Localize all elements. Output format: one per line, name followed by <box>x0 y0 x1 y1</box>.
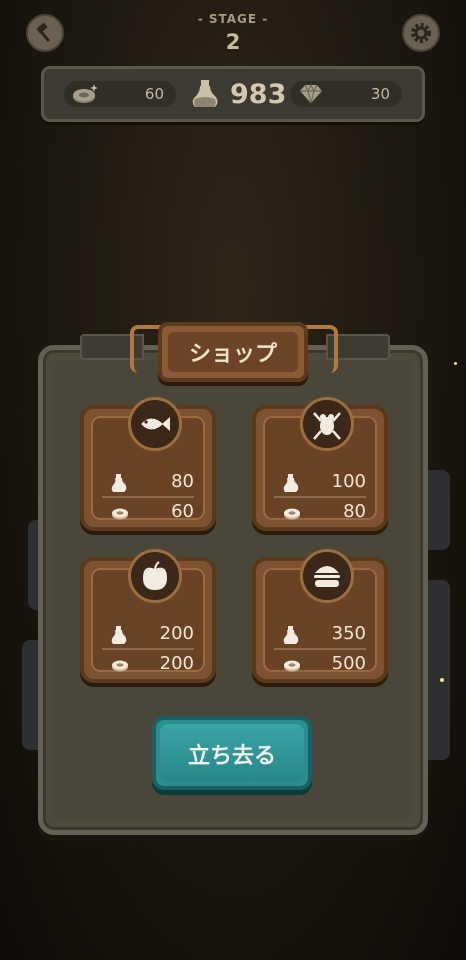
item-badge <box>128 549 182 603</box>
coin-price-row: 200 <box>110 653 194 675</box>
gem-counter: 30 <box>290 81 402 107</box>
coin-price-row: 500 <box>282 653 366 675</box>
coin-price-row: 80 <box>282 501 366 523</box>
leave-button-label: 立ち去る <box>187 744 276 769</box>
coin-price-row: 60 <box>110 501 194 523</box>
item-badge <box>128 397 182 451</box>
diamond-icon <box>300 83 322 104</box>
potion-price: 100 <box>331 471 366 492</box>
price-divider <box>102 648 194 650</box>
potion-counter: 983 <box>186 75 286 111</box>
gear-icon <box>411 23 431 43</box>
item-badge <box>300 549 354 603</box>
item-badge <box>300 397 354 451</box>
sparkle <box>440 678 444 682</box>
fish-icon <box>141 417 170 431</box>
potion-icon <box>111 474 127 492</box>
potion-price: 80 <box>171 471 194 492</box>
potion-price-row: 80 <box>110 471 194 493</box>
potion-price-row: 350 <box>282 623 366 645</box>
leave-button[interactable]: 立ち去る <box>152 716 312 790</box>
coin-price: 60 <box>171 501 194 522</box>
price-divider <box>102 496 194 498</box>
shop-title-banner: ショップ <box>158 322 308 382</box>
coin-count: 60 <box>144 85 164 103</box>
potion-price: 200 <box>159 623 194 644</box>
stage-number: 2 <box>225 30 241 54</box>
potion-count: 983 <box>230 79 287 110</box>
shop-item-apple[interactable]: 200 200 <box>80 549 216 683</box>
coin-price: 80 <box>343 501 366 522</box>
stage-label: - STAGE - <box>197 12 269 26</box>
coin-icon <box>284 508 300 520</box>
shop-item-fish[interactable]: 80 60 <box>80 397 216 531</box>
coin-price: 200 <box>159 653 194 674</box>
potion-icon <box>192 80 218 107</box>
apple-icon <box>143 561 167 590</box>
coin-icon <box>112 660 128 672</box>
sparkle <box>454 362 457 365</box>
burger-icon <box>314 566 340 587</box>
shop-item-burger[interactable]: 350 500 <box>252 549 388 683</box>
coin-icon <box>73 84 98 103</box>
coin-counter: 60 <box>64 81 176 107</box>
potion-price-row: 100 <box>282 471 366 493</box>
coin-price: 500 <box>331 653 366 674</box>
frog-icon <box>313 412 341 440</box>
shop-title: ショップ <box>188 342 277 367</box>
settings-button[interactable] <box>402 14 440 52</box>
price-divider <box>274 648 366 650</box>
coin-icon <box>284 660 300 672</box>
potion-icon <box>283 474 299 492</box>
potion-price: 350 <box>331 623 366 644</box>
gem-count: 30 <box>370 85 390 103</box>
coin-icon <box>112 508 128 520</box>
potion-price-row: 200 <box>110 623 194 645</box>
potion-icon <box>111 626 127 644</box>
price-divider <box>274 496 366 498</box>
shop-item-frog[interactable]: 100 80 <box>252 397 388 531</box>
potion-icon <box>283 626 299 644</box>
resource-bar: 60 983 30 <box>41 66 425 122</box>
